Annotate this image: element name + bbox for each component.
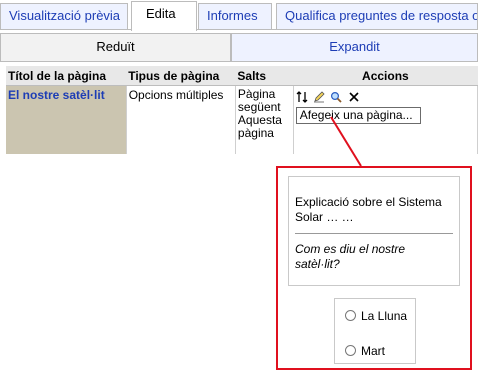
answer-option[interactable]: Mart xyxy=(345,344,385,358)
question-text: Com es diu el nostre satèl·lit? xyxy=(295,242,406,271)
question-description: Explicació sobre el Sistema Solar … … xyxy=(295,195,442,224)
answer-label: La Lluna xyxy=(361,309,408,323)
question-divider xyxy=(295,233,453,234)
tab-edit[interactable]: Edita xyxy=(131,1,197,31)
answer-option[interactable]: La Lluna xyxy=(345,309,407,323)
question-box: Explicació sobre el Sistema Solar … … Co… xyxy=(288,176,460,286)
preview-callout: Explicació sobre el Sistema Solar … … Co… xyxy=(276,166,472,370)
tab-edit-label: Edita xyxy=(146,6,176,21)
answer-label: Mart xyxy=(361,344,385,358)
connector-line xyxy=(330,116,362,167)
answer-options: La Lluna Mart xyxy=(334,298,416,364)
radio-button[interactable] xyxy=(345,345,356,356)
radio-button[interactable] xyxy=(345,310,356,321)
